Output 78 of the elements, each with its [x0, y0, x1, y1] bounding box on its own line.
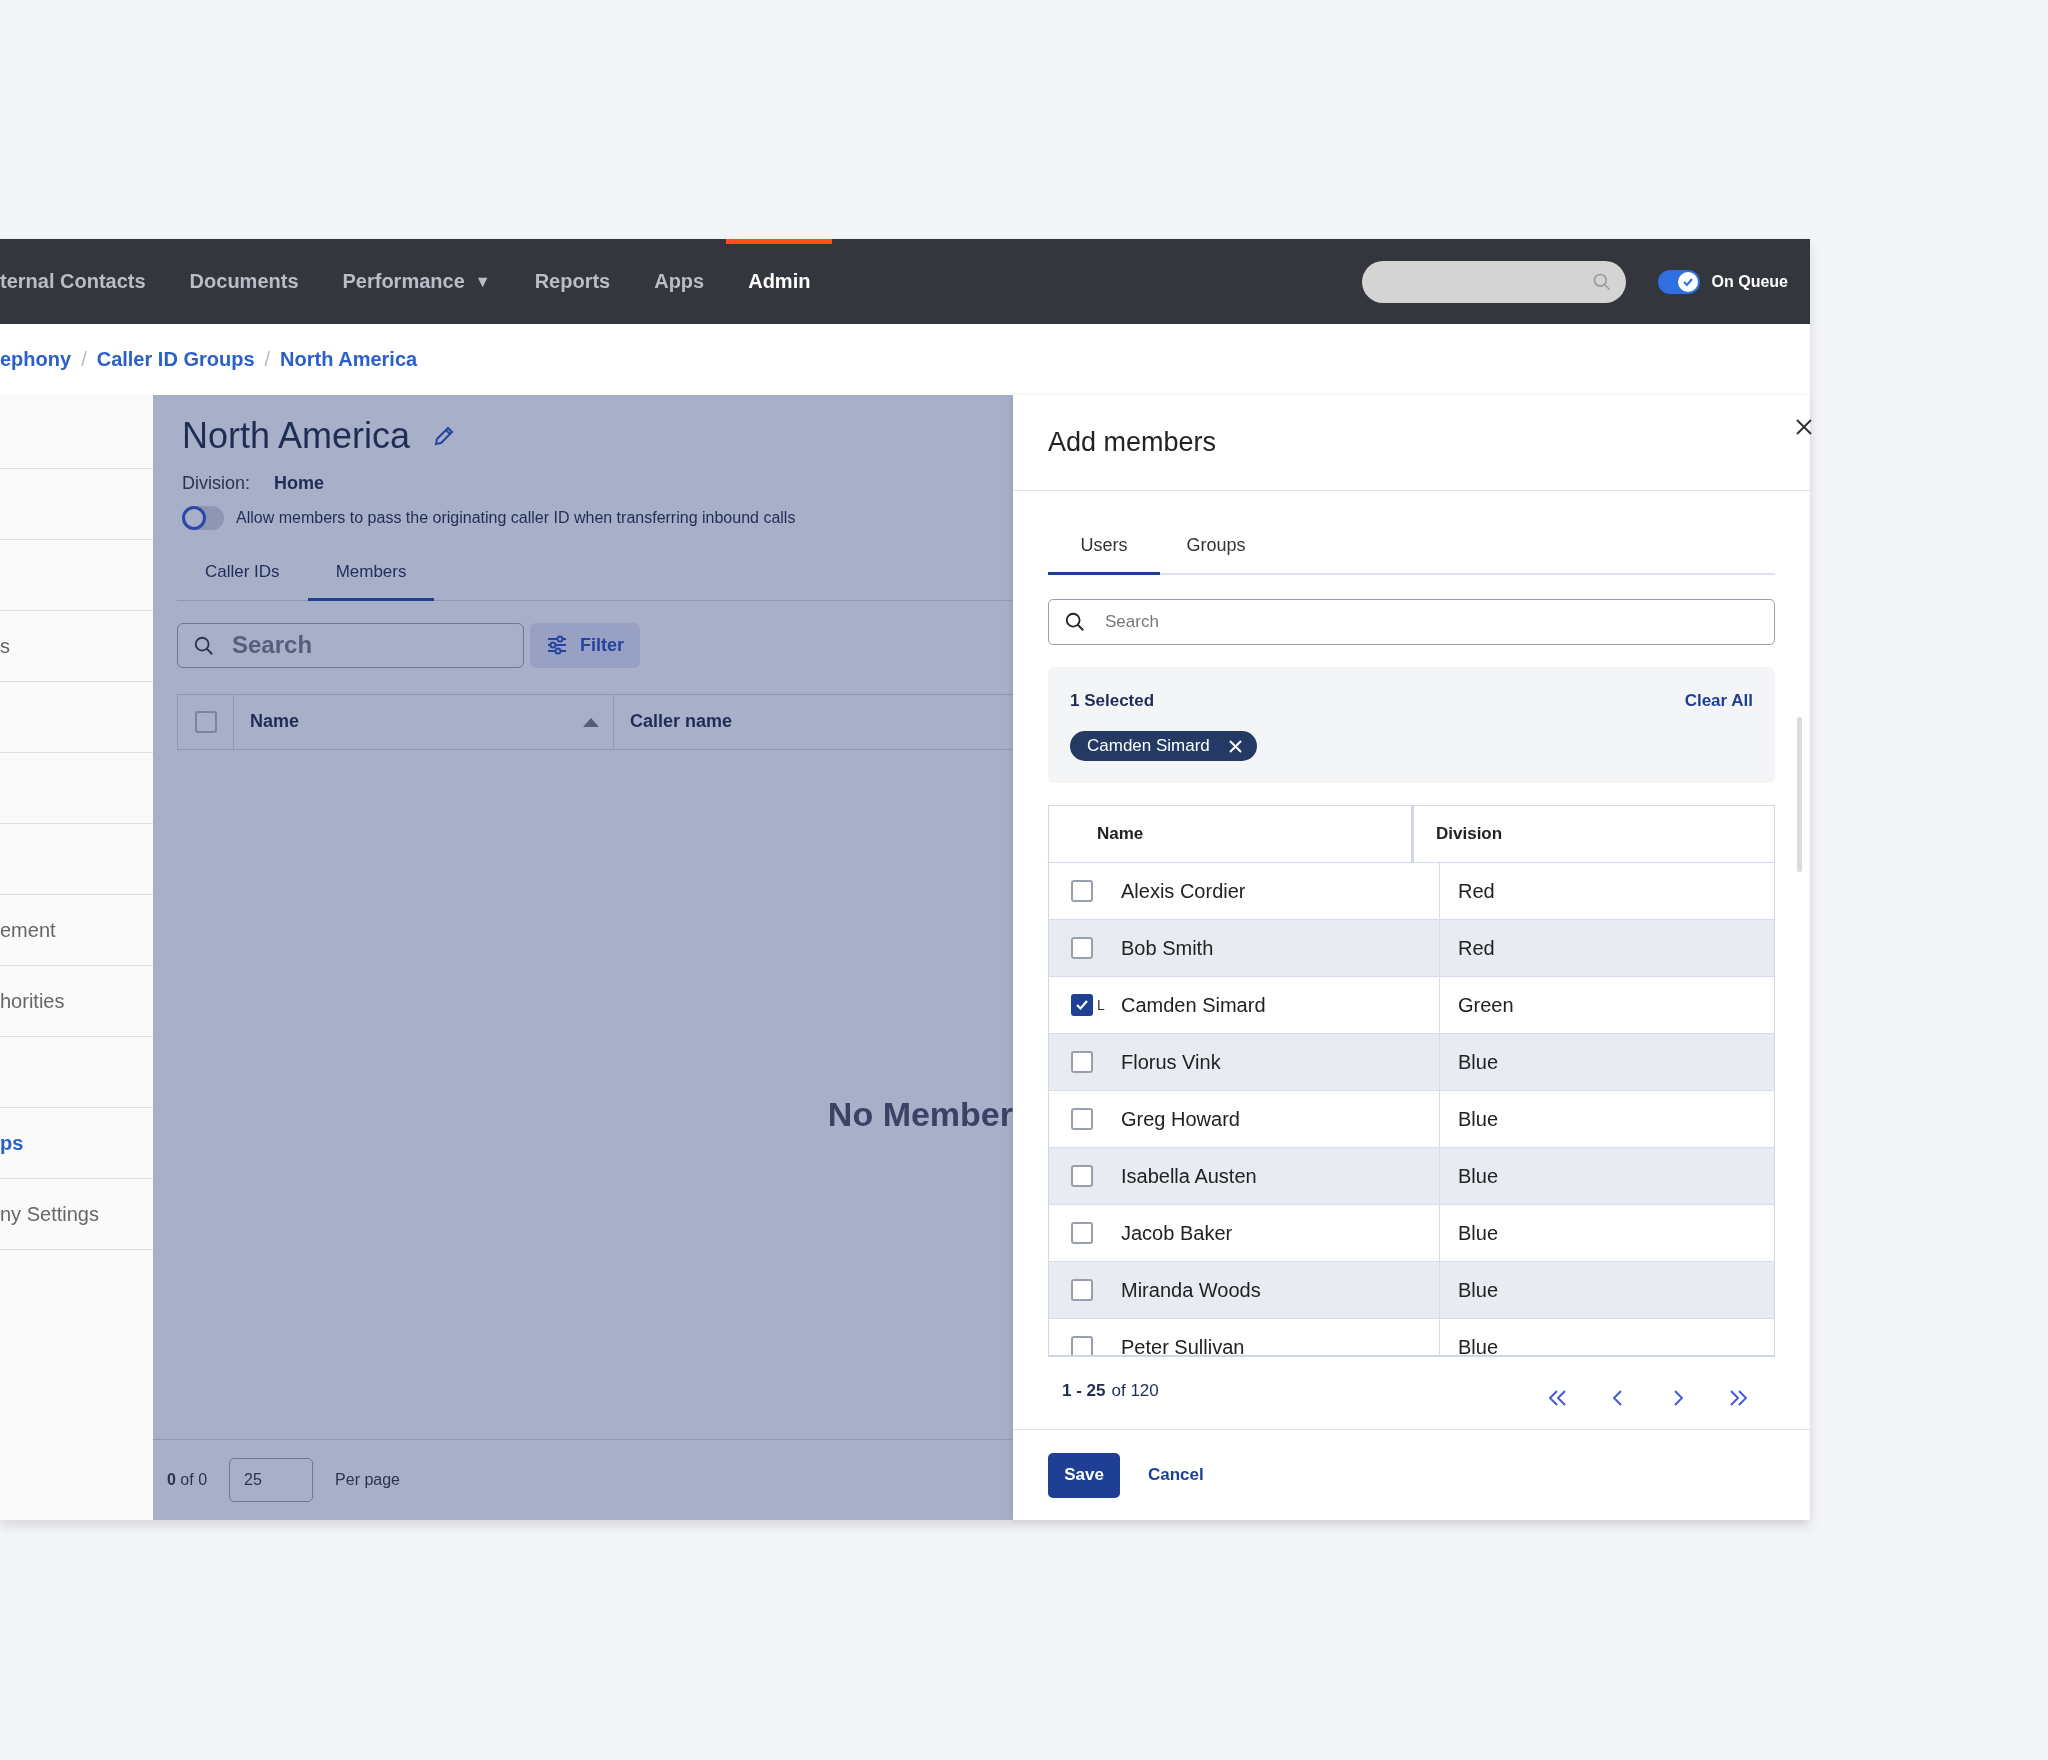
breadcrumb-link[interactable]: Caller ID Groups	[96, 348, 255, 371]
tab[interactable]: Members	[307, 552, 435, 601]
selected-count: 1 Selected	[1070, 691, 1155, 711]
search-field[interactable]	[1361, 260, 1626, 303]
table-cell-text: Red	[1457, 935, 1496, 961]
page-title: North America	[182, 415, 411, 457]
table-cell: Isabella Austen	[1107, 1148, 1440, 1204]
table-cell: Florus Vink	[1107, 1034, 1440, 1090]
tab[interactable]: Groups	[1160, 521, 1272, 575]
item-count: 0 of 0	[167, 1471, 208, 1489]
checkbox[interactable]	[1071, 1222, 1093, 1244]
close-icon[interactable]	[1794, 417, 1814, 437]
column-header[interactable]: Name	[250, 711, 300, 732]
filter-button[interactable]: Filter	[530, 622, 640, 668]
search-icon	[193, 634, 215, 657]
empty-message: No Member	[827, 1094, 1013, 1134]
breadcrumb-separator: /	[81, 348, 87, 371]
sliders-icon	[546, 634, 568, 656]
toggle-switch[interactable]	[1657, 269, 1700, 294]
tab[interactable]: Caller IDs	[177, 552, 308, 601]
per-page-field[interactable]: 25	[229, 1458, 314, 1502]
search-field[interactable]: Search	[177, 622, 524, 668]
table-cell-text: Blue	[1457, 1334, 1500, 1355]
breadcrumb-separator: /	[264, 348, 271, 371]
table-cell: Alexis Cordier	[1107, 863, 1440, 919]
checkbox[interactable]	[1071, 1165, 1093, 1187]
table-cell: Peter Sullivan	[1107, 1319, 1440, 1355]
clear-all-link[interactable]: Clear All	[1684, 691, 1753, 711]
queue-label: On Queue	[1711, 272, 1788, 291]
table-cell-text: Blue	[1457, 1163, 1500, 1189]
row-mark: L	[1097, 997, 1105, 1013]
page-range: 1 - 25 of 120	[1062, 1381, 1159, 1401]
checkbox[interactable]	[1071, 1279, 1093, 1301]
table-cell: Camden Simard	[1107, 977, 1440, 1033]
scrollbar[interactable]	[1797, 717, 1802, 872]
column-header[interactable]: Division	[1414, 806, 1774, 862]
table-cell: Jacob Baker	[1107, 1205, 1440, 1261]
sort-icon[interactable]	[583, 716, 599, 727]
search-icon	[1591, 271, 1612, 292]
nav-item[interactable]: Performance ▼	[320, 239, 513, 324]
per-page-label: Per page	[335, 1471, 400, 1489]
table-cell: Greg Howard	[1107, 1091, 1440, 1147]
checkbox[interactable]	[1071, 1108, 1093, 1130]
toggle-switch[interactable]	[182, 506, 224, 530]
save-button[interactable]: Save	[1048, 1452, 1120, 1498]
table-cell-text: Blue	[1457, 1277, 1500, 1303]
toggle-label: Allow members to pass the originating caller ID when transferring inbound calls	[236, 509, 796, 527]
nav-item[interactable]: Apps	[632, 239, 727, 324]
checkbox[interactable]	[1071, 880, 1093, 902]
nav-item[interactable]: Reports	[512, 239, 633, 324]
table-cell-text: Blue	[1457, 1049, 1500, 1075]
table-cell: Miranda Woods	[1107, 1262, 1440, 1318]
table-cell-text: Blue	[1457, 1106, 1500, 1132]
check-icon	[1075, 998, 1089, 1012]
checkbox[interactable]	[1071, 994, 1093, 1016]
table-cell-text: Green	[1457, 992, 1515, 1018]
checkbox[interactable]	[1071, 1336, 1093, 1355]
table-cell-text: Blue	[1457, 1220, 1500, 1246]
breadcrumb-link[interactable]: North America	[280, 348, 418, 371]
tab[interactable]: Users	[1048, 521, 1160, 575]
checkbox[interactable]	[1071, 1051, 1093, 1073]
column-header[interactable]: Caller name	[630, 711, 733, 732]
checkbox[interactable]	[1071, 937, 1093, 959]
close-icon[interactable]	[1227, 738, 1243, 754]
checkbox[interactable]	[194, 710, 217, 733]
division-value: Home	[274, 473, 325, 494]
search-field[interactable]: Search	[1048, 599, 1775, 645]
nav-item[interactable]: Admin	[726, 239, 833, 324]
division-label: Division:	[182, 473, 251, 494]
selected-chip[interactable]: Camden Simard	[1070, 731, 1257, 761]
breadcrumb-link[interactable]: ephony	[0, 348, 72, 371]
cancel-link[interactable]: Cancel	[1148, 1465, 1204, 1485]
nav-item[interactable]: ternal Contacts	[0, 239, 168, 324]
table-cell: Bob Smith	[1107, 920, 1440, 976]
table-cell-text: Red	[1457, 878, 1496, 904]
drawer-title: Add members	[1048, 427, 1217, 458]
column-header[interactable]: Name	[1049, 806, 1414, 862]
nav-item[interactable]: Documents	[167, 239, 321, 324]
